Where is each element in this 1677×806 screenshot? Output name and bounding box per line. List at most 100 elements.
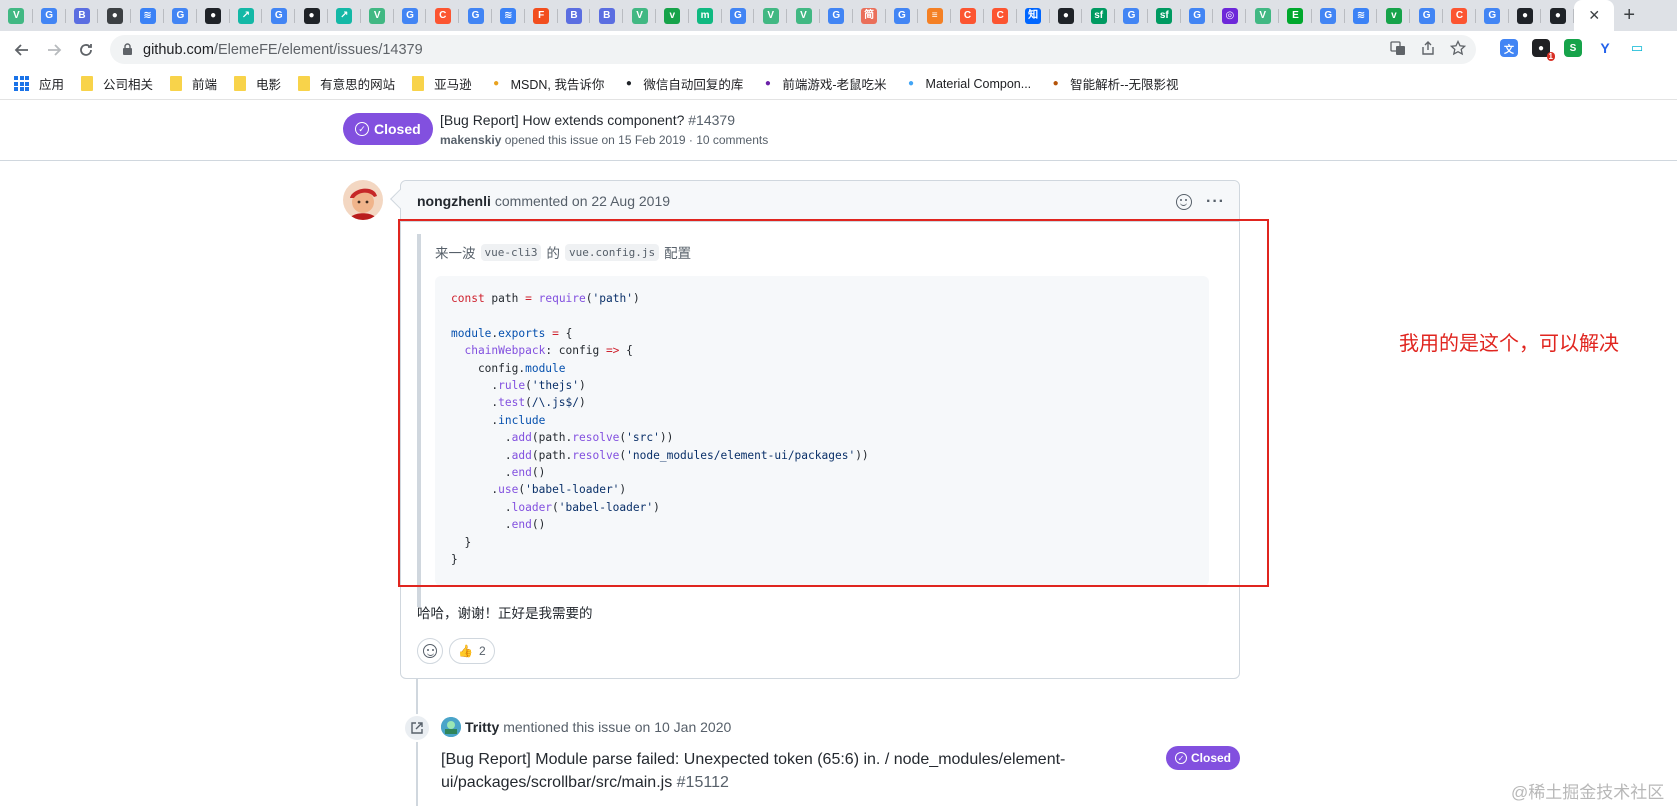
bookmark-8[interactable]: ● 前端游戏-老鼠吃米: [760, 74, 887, 93]
tab-0[interactable]: V: [0, 0, 33, 31]
star-icon[interactable]: [1450, 40, 1466, 56]
comment-date[interactable]: commented on 22 Aug 2019: [495, 193, 670, 209]
bookmark-7[interactable]: ● 微信自动回复的库: [621, 74, 744, 93]
tab-10[interactable]: ↗: [328, 0, 361, 31]
bookmark-6[interactable]: ● MSDN, 我告诉你: [489, 74, 605, 93]
tab-34[interactable]: G: [1115, 0, 1148, 31]
code-block[interactable]: const path = require('path') module.expo…: [435, 276, 1209, 586]
bookmark-5[interactable]: 亚马逊: [412, 74, 472, 93]
tab-46[interactable]: ●: [1509, 0, 1542, 31]
tab-2[interactable]: B: [66, 0, 99, 31]
y-extension-icon[interactable]: Y: [1596, 39, 1614, 57]
comment-author[interactable]: nongzhenli: [417, 193, 491, 209]
tab-16[interactable]: F: [525, 0, 558, 31]
issue-title[interactable]: [Bug Report] How extends component? #143…: [440, 112, 735, 128]
tab-27[interactable]: G: [886, 0, 919, 31]
tab-38[interactable]: V: [1246, 0, 1279, 31]
tab-7[interactable]: ↗: [230, 0, 263, 31]
share-icon[interactable]: [1420, 40, 1436, 56]
tab-26[interactable]: 简: [853, 0, 886, 31]
bookmark-10[interactable]: ● 智能解析--无限影视: [1048, 74, 1179, 93]
tab-33[interactable]: sf: [1082, 0, 1115, 31]
tab-20[interactable]: v: [656, 0, 689, 31]
translate-extension-icon[interactable]: 文: [1500, 39, 1518, 57]
video-extension-icon[interactable]: ▭: [1628, 39, 1646, 57]
issue-author[interactable]: makenskiy: [440, 133, 501, 147]
tab-47[interactable]: ●: [1541, 0, 1575, 31]
thumbs-up-icon: 👍: [458, 644, 473, 658]
game-icon: ●: [764, 78, 771, 89]
tab-17[interactable]: B: [558, 0, 591, 31]
arrow-left-icon: [14, 43, 28, 56]
tab-15[interactable]: ≋: [492, 0, 525, 31]
bookmark-9[interactable]: ● Material Compon...: [904, 76, 1031, 91]
chart-icon: ↗: [336, 7, 353, 24]
bookmark-4[interactable]: 有意思的网站: [298, 74, 395, 93]
avatar[interactable]: [441, 717, 461, 737]
timeline-author[interactable]: Tritty: [465, 719, 499, 735]
bookmark-1[interactable]: 公司相关: [81, 74, 153, 93]
tab-30[interactable]: C: [984, 0, 1017, 31]
layers-icon: ≋: [1353, 7, 1370, 24]
tab-12[interactable]: G: [394, 0, 427, 31]
tab-11[interactable]: V: [361, 0, 394, 31]
avatar[interactable]: [343, 180, 383, 220]
tab-23[interactable]: V: [754, 0, 787, 31]
timeline-action[interactable]: mentioned this issue on 10 Jan 2020: [503, 719, 731, 735]
tab-14[interactable]: G: [459, 0, 492, 31]
kebab-menu-icon[interactable]: ···: [1206, 193, 1225, 211]
csdn-icon: C: [992, 7, 1009, 24]
bookmark-2[interactable]: 前端: [170, 74, 217, 93]
tab-29[interactable]: C: [951, 0, 984, 31]
omnibox-actions: [1390, 40, 1466, 56]
tab-19[interactable]: V: [623, 0, 656, 31]
new-tab-button[interactable]: +: [1614, 0, 1644, 31]
tab-35[interactable]: sf: [1148, 0, 1181, 31]
tab-4[interactable]: ≋: [131, 0, 164, 31]
tab-45[interactable]: G: [1476, 0, 1509, 31]
tab-42[interactable]: v: [1377, 0, 1411, 31]
thumbs-up-reaction[interactable]: 👍 2: [449, 638, 495, 664]
add-reaction-button[interactable]: [417, 638, 443, 664]
tab-13[interactable]: C: [426, 0, 459, 31]
tab-31[interactable]: 知: [1017, 0, 1050, 31]
s-extension-icon[interactable]: S: [1564, 39, 1582, 57]
check-circle-icon: ✓: [355, 122, 369, 136]
reload-button[interactable]: [72, 36, 100, 64]
bookmark-0[interactable]: 应用: [14, 74, 64, 93]
close-icon[interactable]: ✕: [1588, 7, 1600, 24]
issue-sticky-header: ✓ Closed [Bug Report] How extends compon…: [0, 101, 1677, 161]
tab-25[interactable]: G: [820, 0, 853, 31]
translate-icon[interactable]: [1390, 40, 1406, 56]
tab-24[interactable]: V: [787, 0, 820, 31]
tab-21[interactable]: m: [689, 0, 722, 31]
extension-badge-icon[interactable]: ● 1: [1532, 39, 1555, 61]
back-button[interactable]: [8, 36, 36, 64]
tab-9[interactable]: ●: [295, 0, 328, 31]
tab-36[interactable]: G: [1181, 0, 1214, 31]
add-reaction-icon[interactable]: [1176, 194, 1193, 210]
tab-18[interactable]: B: [590, 0, 623, 31]
tab-1[interactable]: G: [33, 0, 66, 31]
tab-41[interactable]: ≋: [1345, 0, 1378, 31]
forward-button[interactable]: [40, 36, 68, 64]
tab-32[interactable]: ●: [1050, 0, 1083, 31]
google-icon: G: [729, 7, 746, 24]
tab-6[interactable]: ●: [197, 0, 230, 31]
tab-22[interactable]: G: [722, 0, 755, 31]
tab-44[interactable]: C: [1443, 0, 1476, 31]
tab-40[interactable]: G: [1312, 0, 1345, 31]
tab-8[interactable]: G: [262, 0, 295, 31]
tab-3[interactable]: ●: [98, 0, 131, 31]
tab-28[interactable]: ≡: [918, 0, 951, 31]
tab-active[interactable]: ✕: [1574, 0, 1615, 31]
tab-43[interactable]: G: [1410, 0, 1443, 31]
bookmark-label: MSDN, 我告诉你: [510, 78, 605, 92]
address-bar[interactable]: github.com/ElemeFE/element/issues/14379: [110, 35, 1476, 64]
bookmark-3[interactable]: 电影: [234, 74, 281, 93]
tab-37[interactable]: ◎: [1213, 0, 1247, 31]
tab-5[interactable]: G: [164, 0, 197, 31]
referenced-issue-title[interactable]: [Bug Report] Module parse failed: Unexpe…: [441, 748, 1101, 794]
lock-icon: [123, 43, 132, 55]
tab-39[interactable]: E: [1279, 0, 1312, 31]
